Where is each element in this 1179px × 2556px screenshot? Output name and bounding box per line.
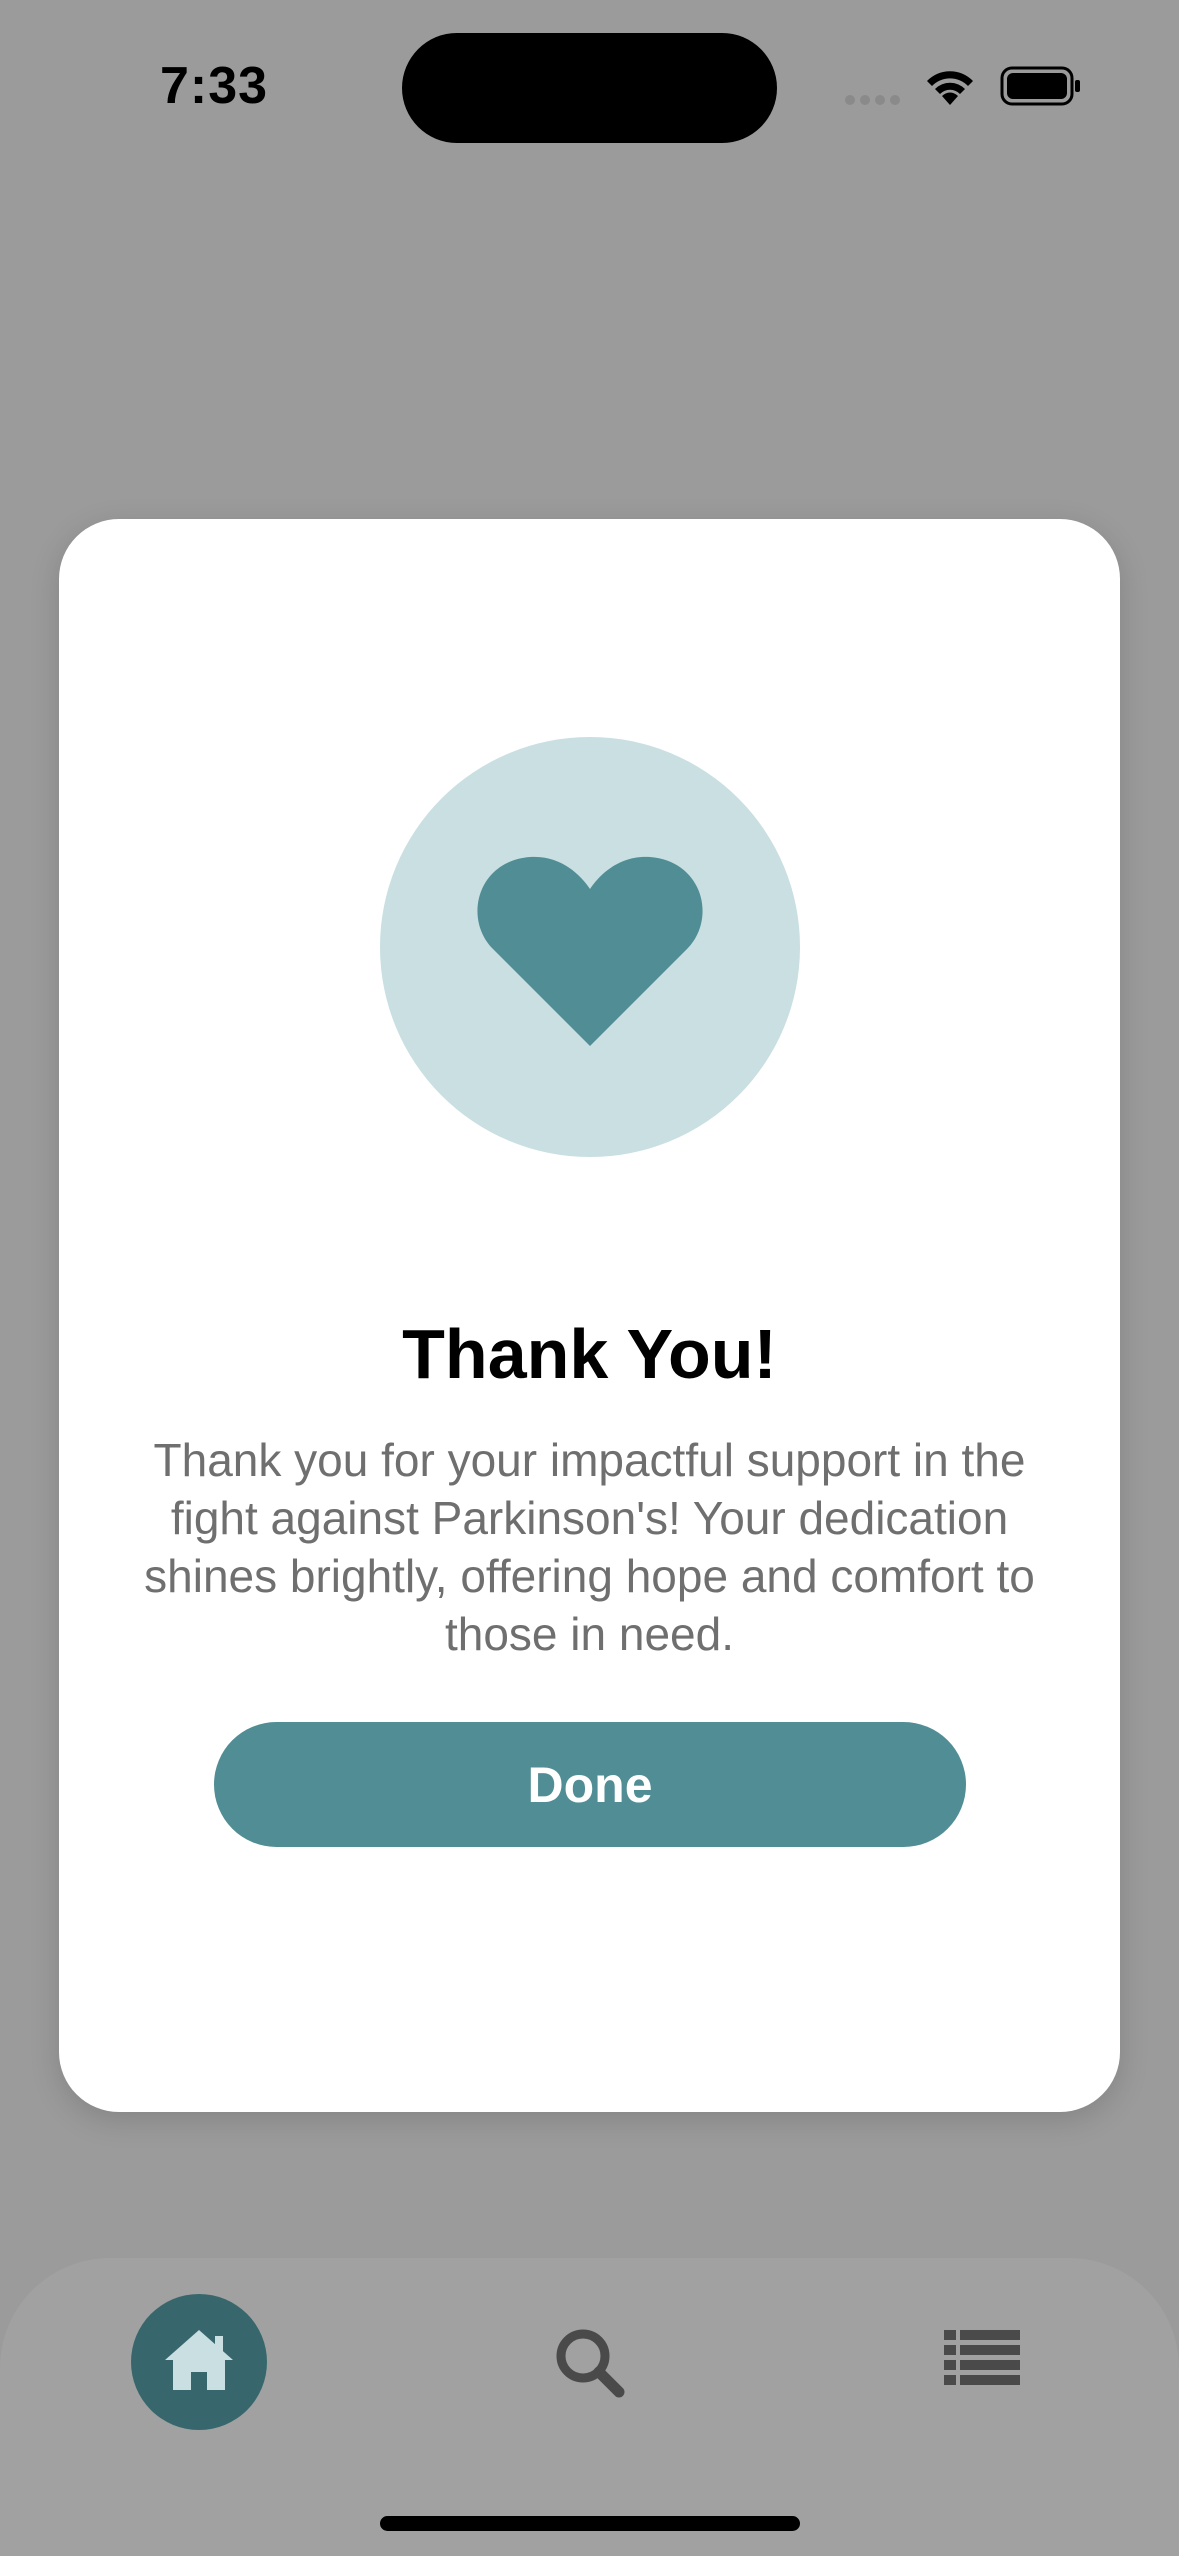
heart-badge — [380, 737, 800, 1157]
status-time: 7:33 — [160, 57, 269, 115]
tab-bar — [0, 2258, 1179, 2556]
dialog-message: Thank you for your impactful support in … — [144, 1434, 1035, 1660]
thank-you-dialog: Thank You! Thank you for your impactful … — [59, 519, 1120, 2112]
home-indicator[interactable] — [380, 2516, 800, 2531]
search-icon — [556, 2329, 625, 2398]
battery-icon — [1000, 66, 1080, 106]
home-icon — [165, 2330, 233, 2390]
dialog-title: Thank You! — [402, 1315, 777, 1393]
list-icon — [944, 2330, 1020, 2385]
tab-list[interactable] — [914, 2294, 1050, 2430]
tab-search[interactable] — [521, 2294, 657, 2430]
wifi-icon — [927, 71, 973, 105]
dynamic-island — [402, 33, 777, 143]
done-button[interactable]: Done — [214, 1722, 966, 1847]
tab-home[interactable] — [131, 2294, 267, 2430]
heart-icon — [477, 856, 703, 1046]
